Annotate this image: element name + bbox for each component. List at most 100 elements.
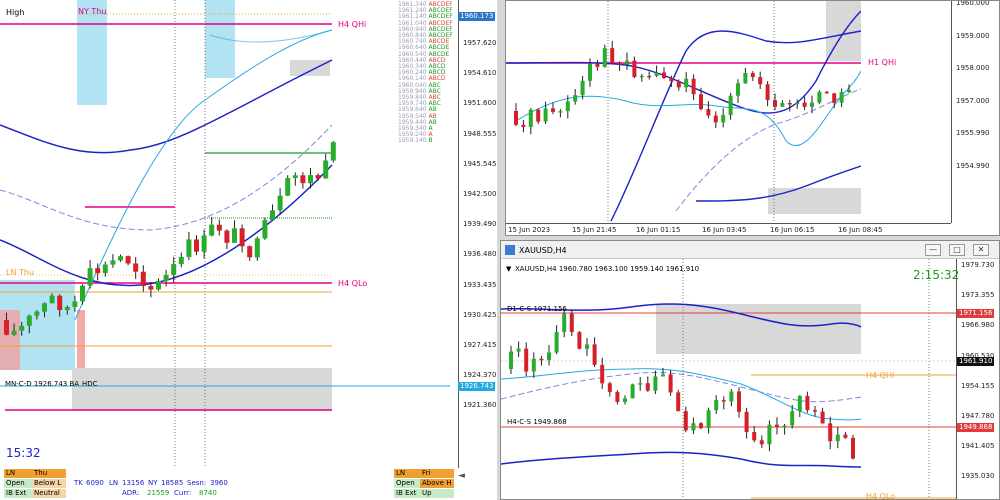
left-price-axis: 1957.620 1954.610 1951.600 1948.555 1945.545…: [458, 0, 497, 468]
candle-body: [254, 238, 260, 258]
candle-body: [292, 175, 298, 179]
close-button[interactable]: ✕: [973, 244, 989, 256]
candle-body: [775, 424, 779, 428]
window-titlebar[interactable]: XAUUSD,H4 — □ ✕: [501, 241, 999, 259]
candle-body: [607, 383, 612, 392]
price-axis-label: 1936.480: [463, 250, 497, 259]
candle-body: [623, 398, 627, 403]
candle-body: [80, 285, 85, 302]
price-axis-label: 1954.155: [961, 381, 995, 390]
candle-body: [750, 72, 755, 78]
candle-body: [638, 383, 643, 385]
candle-body: [209, 224, 215, 236]
price-axis-label: 1927.415: [463, 341, 497, 349]
price-axis-label: 1954.990: [956, 162, 990, 170]
price-axis-label: 1924.370: [463, 371, 497, 380]
candle-body: [661, 374, 665, 377]
candle-body: [699, 423, 703, 429]
candle-body: [617, 63, 622, 65]
candle-body: [721, 115, 726, 123]
br-tag-low: 1949.868: [957, 423, 995, 432]
price-axis-label: 1958.000: [956, 64, 990, 73]
status-below-l: Below L: [32, 479, 66, 488]
ln-label: LN: [109, 479, 119, 487]
candle-body: [315, 175, 321, 179]
candle-body: [817, 91, 822, 103]
candle-body: [140, 271, 146, 287]
candle-body: [691, 423, 696, 431]
h4-qhi-label: H4 QHi: [338, 20, 367, 29]
candle-body: [669, 78, 674, 82]
candle-body: [551, 108, 555, 112]
candle-body: [600, 364, 605, 384]
price-tag-mid: 1926.743: [458, 382, 496, 391]
candle-body: [64, 307, 70, 311]
minimize-button[interactable]: —: [925, 244, 941, 256]
top-right-chart-pane[interactable]: H1 QHi 1960.000 1959.000 1958.000 1957.000 1…: [505, 0, 1000, 236]
candle-body: [554, 331, 559, 353]
time-axis-label: 16 Jun 03:45: [702, 226, 747, 234]
candle-body: [72, 301, 78, 308]
status-bar: LN Thu Open Below L IB Ext Neutral TK 60…: [0, 468, 497, 500]
session-time: 15:32: [6, 446, 41, 460]
candle-body: [653, 376, 658, 391]
candle-body: [592, 344, 597, 365]
candle-body: [558, 111, 563, 113]
candle-body: [34, 311, 40, 316]
candle-body: [539, 358, 544, 361]
candle-body: [42, 303, 47, 312]
candle-body: [531, 358, 536, 372]
candle-body: [516, 348, 521, 352]
candle-body: [645, 383, 650, 391]
candle-body: [713, 115, 718, 123]
bottom-right-chart-pane[interactable]: XAUUSD,H4 — □ ✕ ▼ XAUUSD,H4 1960.780 196…: [500, 240, 1000, 500]
price-axis-label: 1957.620: [463, 39, 497, 47]
candle-body: [547, 352, 551, 361]
curr-value: 8740: [199, 489, 217, 497]
candle-body: [625, 60, 629, 65]
top-right-chart-svg[interactable]: [506, 1, 861, 223]
d1-level-label: D1-C-S 1971.156: [507, 305, 567, 313]
candle-body: [602, 48, 607, 67]
maximize-button[interactable]: □: [949, 244, 965, 256]
candle-body: [615, 391, 620, 403]
status-ln: LN: [4, 469, 32, 478]
price-axis-label: 1948.555: [463, 129, 497, 138]
candle-body: [580, 80, 585, 96]
price-axis-label: 1939.490: [463, 220, 497, 229]
candle-body: [684, 78, 689, 88]
price-tag-top: 1960.173: [458, 12, 496, 21]
candle-body: [721, 400, 726, 402]
candle-body: [262, 219, 268, 239]
status-open: Open: [4, 479, 32, 488]
candle-body: [835, 434, 840, 442]
candle-body: [843, 434, 848, 438]
candle-body: [802, 102, 807, 107]
candle-body: [26, 315, 32, 326]
candle-body: [11, 330, 17, 335]
ohlc-arrow-icon: ▼: [506, 265, 512, 273]
top-right-time-axis: 15 Jun 2023 15 Jun 21:45 16 Jun 01:15 16 Ju…: [506, 223, 951, 235]
br-tag-mid: 1961.910: [957, 357, 995, 366]
candle-body: [752, 432, 757, 441]
scroll-arrow-icon[interactable]: ◄: [458, 471, 465, 481]
candle-body: [588, 64, 592, 81]
price-axis-label: 1957.000: [956, 96, 990, 105]
candle-body: [676, 392, 681, 412]
bottom-right-price-axis: 1979.730 1973.355 1966.980 1960.530 1954.155…: [956, 259, 999, 499]
h4-qlo-label: H4 QLo: [338, 279, 368, 288]
candle-body: [239, 228, 245, 247]
candle-body: [514, 111, 518, 125]
candle-body: [630, 384, 635, 399]
time-axis-label: 15 Jun 2023: [508, 226, 551, 234]
tk-value: 6090: [86, 479, 104, 487]
ladder-code: B: [426, 137, 433, 145]
price-axis-label: 1955.990: [956, 129, 990, 138]
ny-session-label: NY Thu: [78, 7, 107, 16]
left-chart-pane[interactable]: High NY Thu H4 QHi H4 QLo LN Thu MN-C-D …: [0, 0, 497, 500]
candle-body: [790, 411, 795, 426]
candle-body: [729, 391, 734, 402]
candle-body: [110, 260, 116, 265]
candle-body: [300, 175, 306, 184]
right-fri: Fri: [420, 469, 454, 478]
